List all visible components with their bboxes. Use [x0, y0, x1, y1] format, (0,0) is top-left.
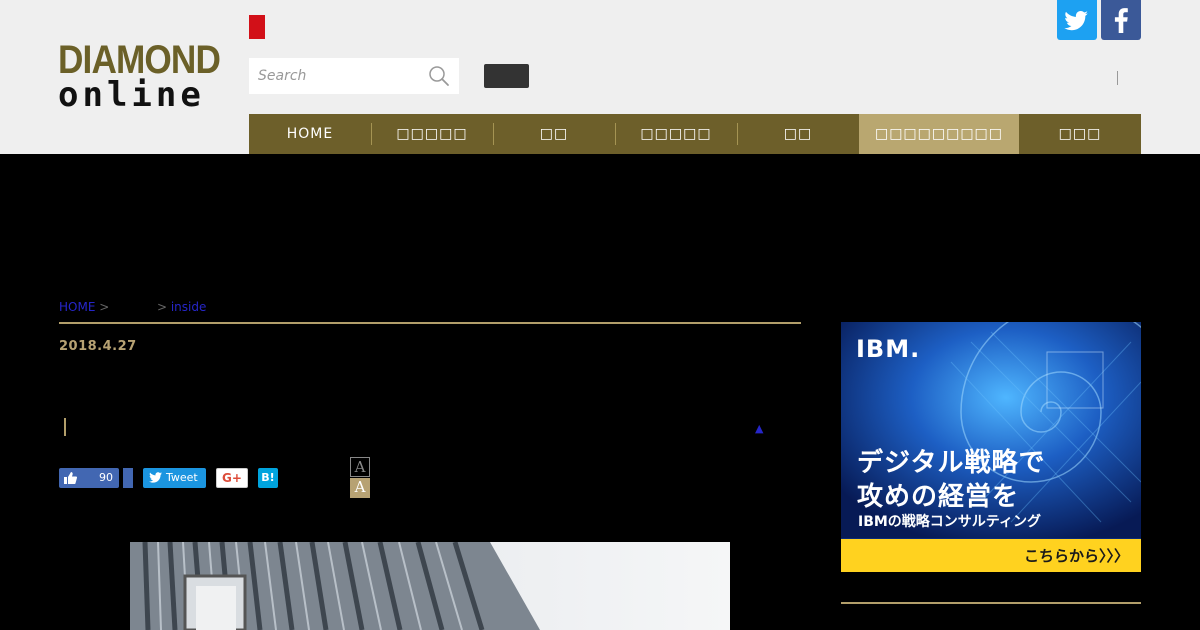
nav-label: HOME [286, 126, 334, 142]
breadcrumb-separator: > [99, 300, 110, 314]
twitter-button[interactable] [1057, 0, 1097, 40]
twitter-bird-icon [149, 472, 162, 483]
thumbs-up-icon [64, 472, 77, 484]
building-photo [130, 542, 730, 630]
facebook-like-button[interactable]: 90 [59, 468, 119, 488]
title-divider [59, 322, 801, 324]
search-submit-button[interactable] [484, 64, 529, 88]
expand-triangle-icon[interactable]: ▲ [755, 422, 763, 435]
ibm-logo: IBM. [856, 335, 921, 363]
ad-cta-label: こちらから〉〉〉 [1023, 547, 1129, 565]
breadcrumb-current[interactable]: inside [171, 300, 207, 314]
search-input[interactable] [249, 58, 419, 94]
nav-item-7[interactable]: □□□ [1019, 114, 1141, 154]
breadcrumb-separator: > [156, 300, 168, 314]
breadcrumb-home[interactable]: HOME [59, 300, 95, 314]
site-header: DIAMOND online HOME □□□□□ □□ □□□□□ □□ □□… [0, 0, 1200, 154]
article-hero-image [130, 542, 730, 630]
font-size-small-button[interactable]: A [350, 457, 370, 477]
nav-item-2[interactable]: □□□□□ [371, 114, 493, 154]
title-marker [64, 418, 66, 436]
tweet-label: Tweet [166, 471, 198, 484]
font-size-large-button[interactable]: A [350, 478, 370, 498]
like-count: 90 [99, 471, 113, 484]
twitter-icon [1064, 11, 1088, 31]
nav-item-home[interactable]: HOME [249, 114, 371, 154]
ad-headline-line2: 攻めの経営を [857, 482, 1020, 512]
nav-item-5[interactable]: □□ [737, 114, 859, 154]
facebook-button[interactable] [1101, 0, 1141, 40]
nav-label: □□□□□ [396, 126, 468, 142]
ad-headline-line1: デジタル戦略で [857, 448, 1046, 478]
nav-item-3[interactable]: □□ [493, 114, 615, 154]
main-nav: HOME □□□□□ □□ □□□□□ □□ □□□□□□□□□ □□□ [249, 114, 1141, 154]
nav-label: □□ [539, 126, 569, 142]
site-logo[interactable]: DIAMOND online [58, 38, 224, 115]
nav-label: □□ [783, 126, 813, 142]
article-date: 2018.4.27 [59, 339, 137, 354]
hatena-bookmark-button[interactable]: B! [258, 468, 278, 488]
ad-subline: IBMの戦略コンサルティング [858, 514, 1041, 530]
search-icon[interactable] [428, 65, 450, 87]
google-plus-button[interactable]: G+ [216, 468, 248, 488]
nav-label: □□□□□□□□□ [874, 126, 1004, 142]
nav-label: □□□□□ [640, 126, 712, 142]
ibm-ad-banner[interactable]: IBM. デジタル戦略で 攻めの経営を IBMの戦略コンサルティング こちらから… [841, 322, 1141, 572]
red-tab-marker[interactable] [249, 15, 265, 39]
logo-online-text: online [58, 75, 205, 115]
tweet-button[interactable]: Tweet [143, 468, 206, 488]
nav-item-4[interactable]: □□□□□ [615, 114, 737, 154]
ad-cta-button[interactable]: こちらから〉〉〉 [841, 539, 1141, 572]
header-divider [1117, 71, 1118, 85]
facebook-share-button[interactable] [123, 468, 133, 488]
logo-diamond-text: DIAMOND [58, 38, 221, 82]
facebook-icon [1114, 8, 1128, 33]
sidebar-divider [841, 602, 1141, 604]
nav-label: □□□ [1058, 126, 1102, 142]
breadcrumb: HOME > > inside [59, 300, 206, 314]
nav-item-active[interactable]: □□□□□□□□□ [859, 114, 1019, 154]
